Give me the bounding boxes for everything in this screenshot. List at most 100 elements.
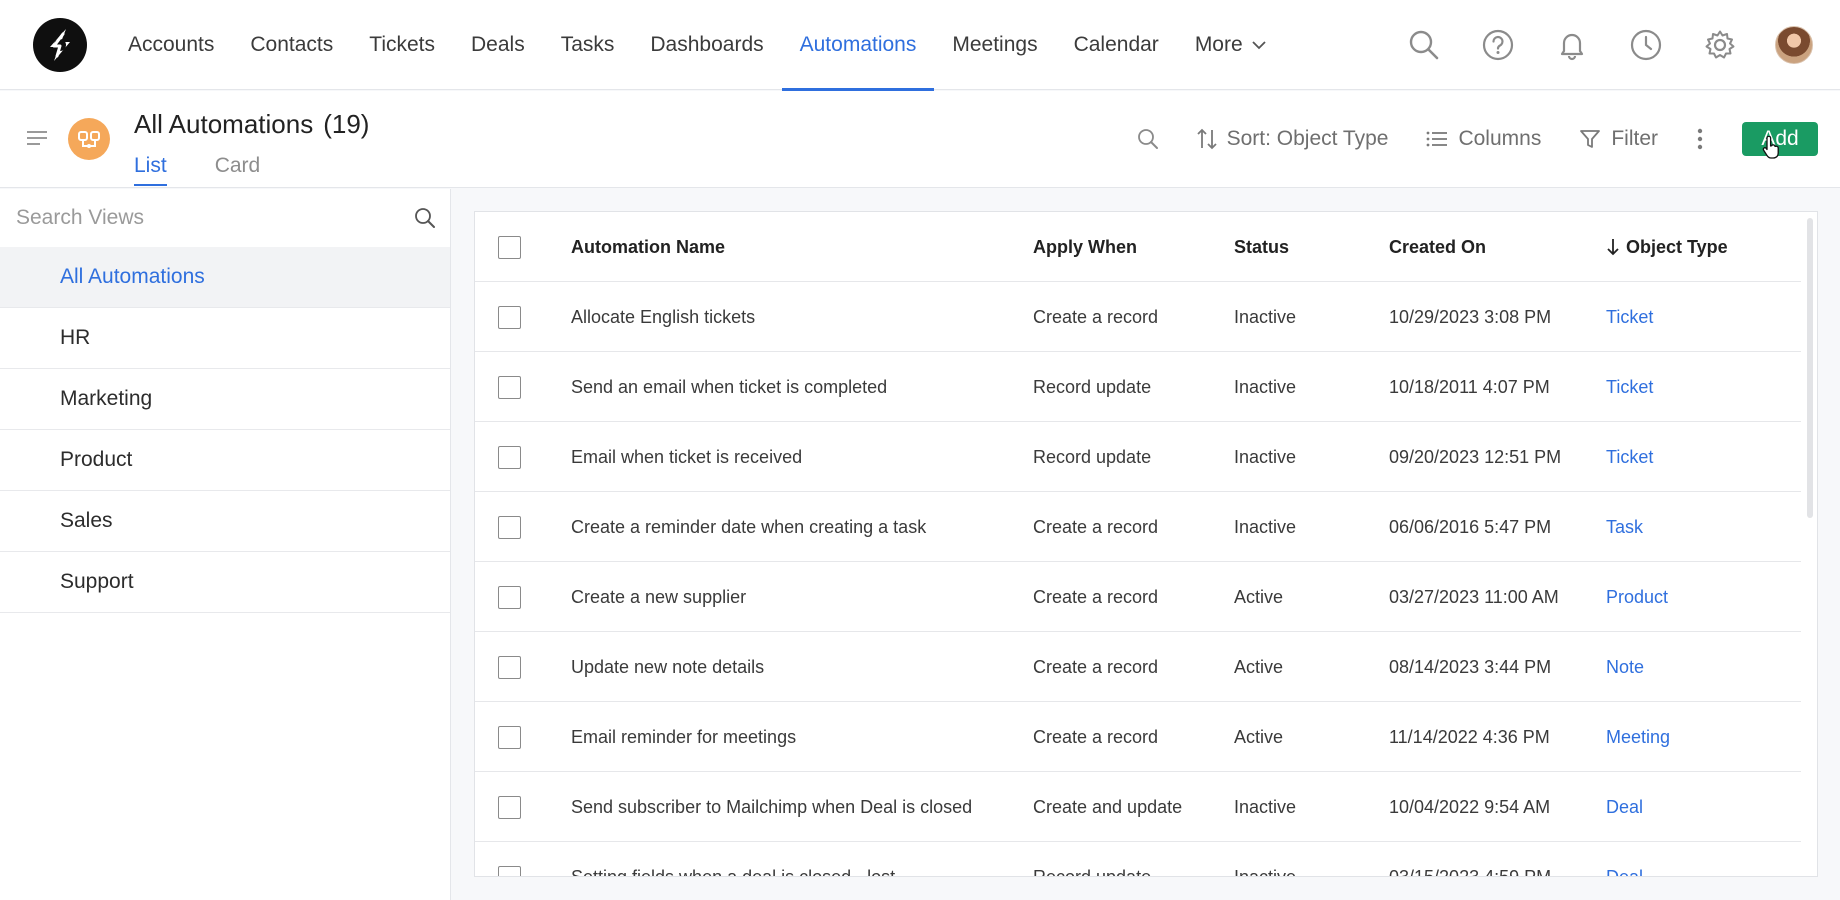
nav-item-accounts[interactable]: Accounts bbox=[110, 0, 232, 90]
select-all-checkbox[interactable] bbox=[498, 235, 521, 259]
help-button[interactable] bbox=[1461, 0, 1535, 90]
column-header-apply-when[interactable]: Apply When bbox=[1033, 212, 1137, 282]
row-checkbox[interactable] bbox=[498, 375, 521, 399]
bell-icon bbox=[1560, 33, 1584, 61]
settings-button[interactable] bbox=[1683, 0, 1757, 90]
more-actions-button[interactable] bbox=[1696, 127, 1704, 151]
nav-item-meetings[interactable]: Meetings bbox=[934, 0, 1055, 90]
global-search-button[interactable] bbox=[1387, 0, 1461, 90]
automation-name[interactable]: Update new note details bbox=[571, 632, 764, 702]
app-logo[interactable] bbox=[33, 18, 87, 72]
table-row[interactable]: Email when ticket is received Record upda… bbox=[475, 422, 1801, 492]
object-type-link[interactable]: Ticket bbox=[1606, 352, 1653, 422]
row-checkbox[interactable] bbox=[498, 655, 521, 679]
columns-icon bbox=[1427, 131, 1448, 147]
nav-item-automations[interactable]: Automations bbox=[781, 0, 935, 91]
search-views-input[interactable] bbox=[0, 206, 390, 230]
automation-name[interactable]: Create a new supplier bbox=[571, 562, 746, 632]
search-icon bbox=[1409, 30, 1439, 60]
columns-button[interactable]: Columns bbox=[1426, 127, 1541, 151]
nav-item-tickets[interactable]: Tickets bbox=[351, 0, 453, 90]
automation-name[interactable]: Send subscriber to Mailchimp when Deal i… bbox=[571, 772, 972, 842]
status: Active bbox=[1234, 726, 1284, 747]
sort-label: Sort: Object Type bbox=[1226, 127, 1389, 150]
table-row[interactable]: Send subscriber to Mailchimp when Deal i… bbox=[475, 772, 1801, 842]
table-scrollbar[interactable] bbox=[1807, 218, 1813, 518]
row-checkbox[interactable] bbox=[498, 305, 521, 329]
automation-name[interactable]: Email when ticket is received bbox=[571, 422, 802, 492]
object-type-link[interactable]: Product bbox=[1606, 562, 1668, 632]
row-checkbox[interactable] bbox=[498, 725, 521, 749]
sidebar-toggle-button[interactable] bbox=[26, 129, 48, 152]
object-type-link[interactable]: Meeting bbox=[1606, 702, 1670, 772]
column-header-name[interactable]: Automation Name bbox=[571, 212, 725, 282]
filter-icon bbox=[1580, 130, 1601, 148]
view-mode-tabs: List Card bbox=[134, 154, 308, 186]
nav-item-contacts[interactable]: Contacts bbox=[232, 0, 351, 90]
table-search-button[interactable] bbox=[1137, 128, 1159, 150]
sidebar-view-all-automations[interactable]: All Automations bbox=[0, 247, 450, 308]
nav-item-calendar[interactable]: Calendar bbox=[1056, 0, 1177, 90]
page-title-text: All Automations bbox=[134, 109, 314, 139]
recent-items-button[interactable] bbox=[1609, 0, 1683, 90]
notifications-button[interactable] bbox=[1535, 0, 1609, 90]
object-type-link[interactable]: Task bbox=[1606, 492, 1643, 562]
table-row[interactable]: Update new note details Create a record Ac… bbox=[475, 632, 1801, 702]
table-row[interactable]: Allocate English tickets Create a record I… bbox=[475, 282, 1801, 352]
sidebar-view-sales[interactable]: Sales bbox=[0, 491, 450, 552]
row-select-cell bbox=[498, 352, 521, 422]
column-header-created-on[interactable]: Created On bbox=[1389, 212, 1486, 282]
tab-list[interactable]: List bbox=[134, 154, 167, 186]
table-row[interactable]: Create a reminder date when creating a t… bbox=[475, 492, 1801, 562]
nav-item-more[interactable]: More bbox=[1177, 0, 1285, 90]
row-select-cell bbox=[498, 422, 521, 492]
main-nav: Accounts Contacts Tickets Deals Tasks Dashboa… bbox=[110, 0, 1285, 91]
row-checkbox[interactable] bbox=[498, 585, 521, 609]
table-row[interactable]: Create a new supplier Create a record Acti… bbox=[475, 562, 1801, 632]
column-header-object-type[interactable]: Object Type bbox=[1606, 212, 1728, 282]
filter-button[interactable]: Filter bbox=[1579, 127, 1658, 151]
object-type-link[interactable]: Ticket bbox=[1606, 422, 1653, 492]
sidebar-view-product[interactable]: Product bbox=[0, 430, 450, 491]
table-row[interactable]: Email reminder for meetings Create a reco… bbox=[475, 702, 1801, 772]
clock-icon bbox=[1630, 29, 1662, 61]
columns-label: Columns bbox=[1458, 127, 1542, 150]
object-type-link[interactable]: Deal bbox=[1606, 772, 1643, 842]
created-on: 10/29/2023 3:08 PM bbox=[1389, 306, 1552, 327]
automation-name[interactable]: Email reminder for meetings bbox=[571, 702, 796, 772]
apply-when: Create and update bbox=[1033, 796, 1183, 817]
sort-icon bbox=[1196, 128, 1217, 150]
add-automation-button[interactable]: Add bbox=[1742, 122, 1818, 159]
user-avatar[interactable] bbox=[1775, 26, 1813, 64]
table-row[interactable]: Setting fields when a deal is closed - l… bbox=[475, 842, 1801, 877]
sort-button[interactable]: Sort: Object Type bbox=[1196, 127, 1389, 151]
status: Inactive bbox=[1234, 796, 1297, 817]
automation-name[interactable]: Allocate English tickets bbox=[571, 282, 755, 352]
automation-name[interactable]: Create a reminder date when creating a t… bbox=[571, 492, 926, 562]
row-checkbox[interactable] bbox=[498, 865, 521, 876]
sidebar-view-hr[interactable]: HR bbox=[0, 308, 450, 369]
object-type-link[interactable]: Deal bbox=[1606, 842, 1643, 877]
created-on: 03/27/2023 11:00 AM bbox=[1389, 586, 1559, 607]
row-checkbox[interactable] bbox=[498, 515, 521, 539]
nav-item-deals[interactable]: Deals bbox=[453, 0, 543, 90]
object-type-link[interactable]: Ticket bbox=[1606, 282, 1653, 352]
search-icon[interactable] bbox=[414, 207, 436, 229]
row-checkbox[interactable] bbox=[498, 795, 521, 819]
apply-when: Create a record bbox=[1033, 656, 1159, 677]
automation-name[interactable]: Send an email when ticket is completed bbox=[571, 352, 887, 422]
sidebar-view-support[interactable]: Support bbox=[0, 552, 450, 613]
nav-item-dashboards[interactable]: Dashboards bbox=[632, 0, 781, 90]
automation-name[interactable]: Setting fields when a deal is closed - l… bbox=[571, 842, 895, 877]
status: Inactive bbox=[1234, 866, 1297, 877]
created-on: 09/20/2023 12:51 PM bbox=[1389, 446, 1562, 467]
sidebar-view-marketing[interactable]: Marketing bbox=[0, 369, 450, 430]
row-checkbox[interactable] bbox=[498, 445, 521, 469]
nav-item-tasks[interactable]: Tasks bbox=[543, 0, 633, 90]
object-type-link[interactable]: Note bbox=[1606, 632, 1644, 702]
apply-when: Create a record bbox=[1033, 516, 1159, 537]
tab-card[interactable]: Card bbox=[215, 154, 261, 186]
automation-icon bbox=[78, 131, 100, 148]
table-row[interactable]: Send an email when ticket is completed Re… bbox=[475, 352, 1801, 422]
column-header-status[interactable]: Status bbox=[1234, 212, 1289, 282]
